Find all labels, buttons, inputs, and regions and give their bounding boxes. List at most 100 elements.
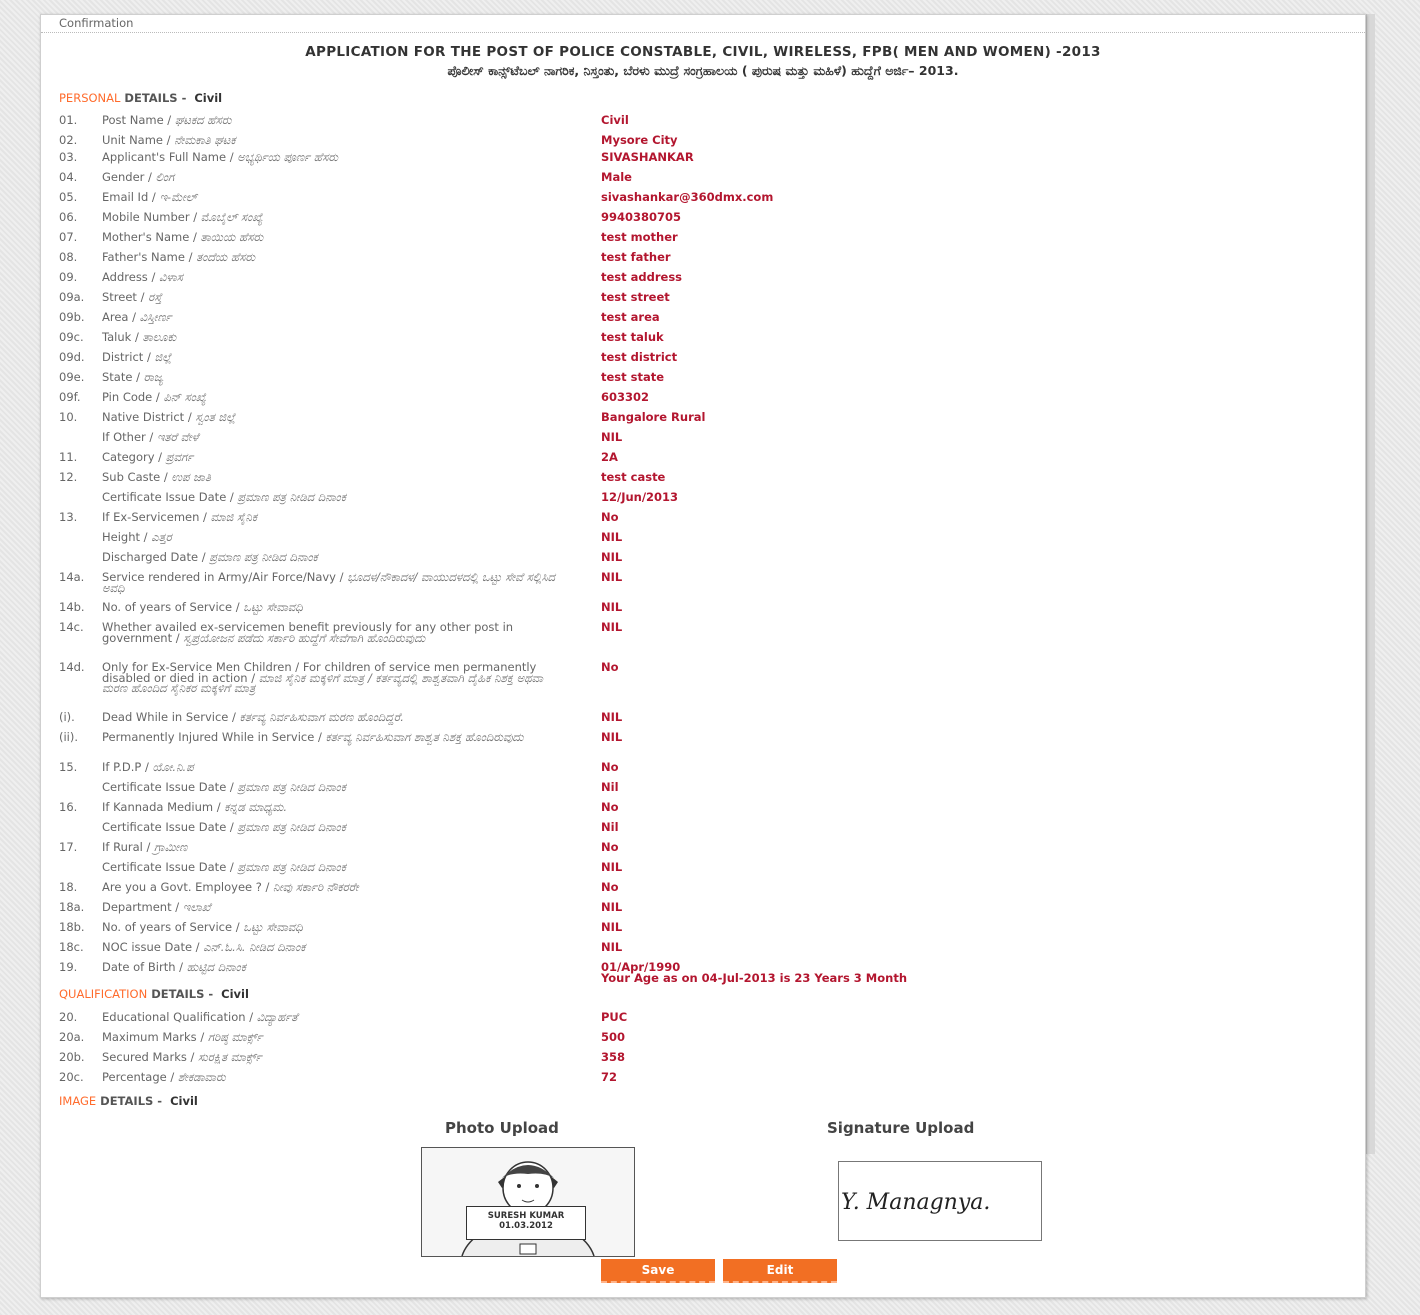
field-value-text: test address	[601, 270, 683, 284]
field-label: Gender / ಲಿಂಗ	[102, 170, 557, 184]
field-value-text: Nil	[601, 820, 619, 834]
field-label-english: Father's Name /	[102, 250, 197, 264]
field-value: No	[601, 882, 619, 893]
field-number: 09d.	[59, 350, 85, 364]
field-label-english: Mobile Number /	[102, 210, 201, 224]
field-value: test father	[601, 252, 671, 263]
field-value-text: Mysore City	[601, 133, 678, 147]
field-label-english: NOC issue Date /	[102, 940, 204, 954]
field-label-kannada: ಕನ್ನಡ ಮಾಧ್ಯಮ.	[224, 800, 287, 814]
field-label: Certificate Issue Date / ಪ್ರಮಾಣ ಪತ್ರ ನೀಡ…	[102, 860, 557, 874]
field-value-text: test caste	[601, 470, 666, 484]
field-value-text: No	[601, 880, 619, 894]
field-label-kannada: ವಿಸ್ತೀರ್ಣ	[139, 310, 172, 324]
field-label: Sub Caste / ಉಪ ಜಾತಿ	[102, 471, 557, 483]
field-label-kannada: ಪ್ರಮಾಣ ಪತ್ರ ನೀಡಿದ ದಿನಾಂಕ	[237, 780, 346, 794]
field-value-text: 2A	[601, 450, 618, 464]
field-label-english: Height /	[102, 530, 152, 544]
field-value: test taluk	[601, 332, 664, 343]
field-value: NIL	[601, 432, 622, 443]
save-button[interactable]: Save	[601, 1259, 715, 1283]
applicant-signature: Y. Managnya.	[838, 1161, 1042, 1241]
field-number: 17.	[59, 840, 78, 854]
field-label-english: Discharged Date /	[102, 550, 210, 564]
field-label: Certificate Issue Date / ಪ್ರಮಾಣ ಪತ್ರ ನೀಡ…	[102, 780, 557, 794]
field-label-kannada: ಇತರೆ ವೇಳೆ	[156, 430, 199, 444]
field-label-kannada: ಒಟ್ಟು ಸೇವಾವಧಿ	[243, 600, 303, 614]
field-number: 14b.	[59, 600, 85, 614]
field-value: No	[601, 802, 619, 813]
field-label-english: If Ex-Servicemen /	[102, 510, 211, 524]
field-value-text: test taluk	[601, 330, 664, 344]
field-number: 11.	[59, 450, 78, 464]
field-label: Street / ರಸ್ತೆ	[102, 291, 557, 303]
field-label-english: Are you a Govt. Employee ? /	[102, 880, 274, 894]
field-value: test street	[601, 292, 670, 303]
edit-button[interactable]: Edit	[723, 1259, 837, 1283]
field-value: 500	[601, 1032, 625, 1043]
field-label-english: Taluk /	[102, 330, 143, 344]
field-label-english: Certificate Issue Date /	[102, 780, 238, 794]
field-number: 20b.	[59, 1050, 85, 1064]
field-value-text: NIL	[601, 920, 623, 934]
field-value: PUC	[601, 1012, 627, 1023]
field-label-kannada: ಸ್ವಪ್ರಯೋಜನ ಪಡೆದು ಸರ್ಕಾರಿ ಹುದ್ದೆಗೆ ಸೇವೆಗಾ…	[183, 630, 426, 645]
age-statement: Your Age as on 04-Jul-2013 is 23 Years 3…	[601, 970, 908, 985]
field-label-english: No. of years of Service /	[102, 600, 244, 614]
field-label: Applicant's Full Name / ಅಭ್ಯರ್ಥಿಯ ಪೂರ್ಣ …	[102, 151, 557, 163]
field-label: If P.D.P / ಯೋ.ನಿ.ಪ	[102, 760, 557, 774]
field-label-kannada: ಒಟ್ಟು ಸೇವಾವಧಿ	[243, 920, 303, 934]
field-label-english: Dead While in Service /	[102, 710, 240, 724]
field-label: NOC issue Date / ಎನ್.ಓ.ಸಿ. ನೀಡಿದ ದಿನಾಂಕ	[102, 940, 557, 954]
field-label: Unit Name / ನೇಮಕಾತಿ ಘಟಕ	[102, 134, 557, 146]
page-scrollbar[interactable]	[1366, 14, 1375, 1154]
field-label-kannada: ಪ್ರಮಾಣ ಪತ್ರ ನೀಡಿದ ದಿನಾಂಕ	[237, 860, 346, 874]
field-label-kannada: ಯೋ.ನಿ.ಪ	[152, 760, 194, 774]
field-value-text: Male	[601, 170, 632, 184]
field-label-kannada: ತಾಲೂಕು	[142, 330, 177, 344]
field-number: 14a.	[59, 570, 85, 584]
field-value-text: test mother	[601, 230, 678, 244]
field-number: 18b.	[59, 920, 85, 934]
field-value: test mother	[601, 232, 678, 243]
field-number: 10.	[59, 410, 78, 424]
field-value-text: 72	[601, 1070, 618, 1084]
field-label: Pin Code / ಪಿನ್ ಸಂಖ್ಯೆ	[102, 391, 557, 403]
field-label-english: State /	[102, 370, 144, 384]
field-value-text: No	[601, 760, 619, 774]
field-label: Date of Birth / ಹುಟ್ಟಿದ ದಿನಾಂಕ	[102, 961, 557, 973]
personal-details-heading: PERSONAL DETAILS - Civil	[59, 91, 223, 105]
field-value: SIVASHANKAR	[601, 152, 694, 163]
field-label-kannada: ಲಿಂಗ	[155, 170, 175, 184]
field-number: 02.	[59, 133, 78, 147]
field-number: 16.	[59, 800, 78, 814]
photo-nameplate: SURESH KUMAR 01.03.2012	[466, 1206, 586, 1240]
field-number: 18a.	[59, 900, 85, 914]
field-value: Male	[601, 172, 632, 183]
field-value: 603302	[601, 392, 649, 403]
field-value-text: NIL	[601, 570, 623, 584]
field-value-text: PUC	[601, 1010, 628, 1024]
field-label-english: Maximum Marks /	[102, 1030, 208, 1044]
field-label: Educational Qualification / ವಿದ್ಯಾರ್ಹತೆ	[102, 1011, 557, 1023]
field-value-text: 9940380705	[601, 210, 682, 224]
field-value-text: NIL	[601, 550, 623, 564]
field-label-english: Permanently Injured While in Service /	[102, 730, 326, 744]
field-value: 9940380705	[601, 212, 681, 223]
field-value: No	[601, 762, 619, 773]
field-label-english: No. of years of Service /	[102, 920, 244, 934]
field-label-kannada: ಕರ್ತವ್ಯ ನಿರ್ವಹಿಸುವಾಗ ಮರಣ ಹೊಂದಿದ್ದರೆ.	[239, 710, 404, 724]
field-label: Discharged Date / ಪ್ರಮಾಣ ಪತ್ರ ನೀಡಿದ ದಿನಾ…	[102, 550, 557, 564]
field-label: Whether availed ex-servicemen benefit pr…	[102, 621, 557, 645]
field-label-kannada: ಮೊಬೈಲ್ ಸಂಖ್ಯೆ	[200, 210, 263, 224]
field-label-english: District /	[102, 350, 155, 364]
image-details-heading: IMAGE DETAILS - Civil	[59, 1094, 198, 1108]
field-label-english: Address /	[102, 270, 159, 284]
field-number: 20.	[59, 1010, 78, 1024]
field-number: 07.	[59, 230, 78, 244]
field-value: NIL	[601, 862, 622, 873]
field-number: 20a.	[59, 1030, 85, 1044]
field-value-text: No	[601, 660, 619, 674]
field-number: 01.	[59, 113, 78, 127]
field-label-english: Certificate Issue Date /	[102, 820, 238, 834]
